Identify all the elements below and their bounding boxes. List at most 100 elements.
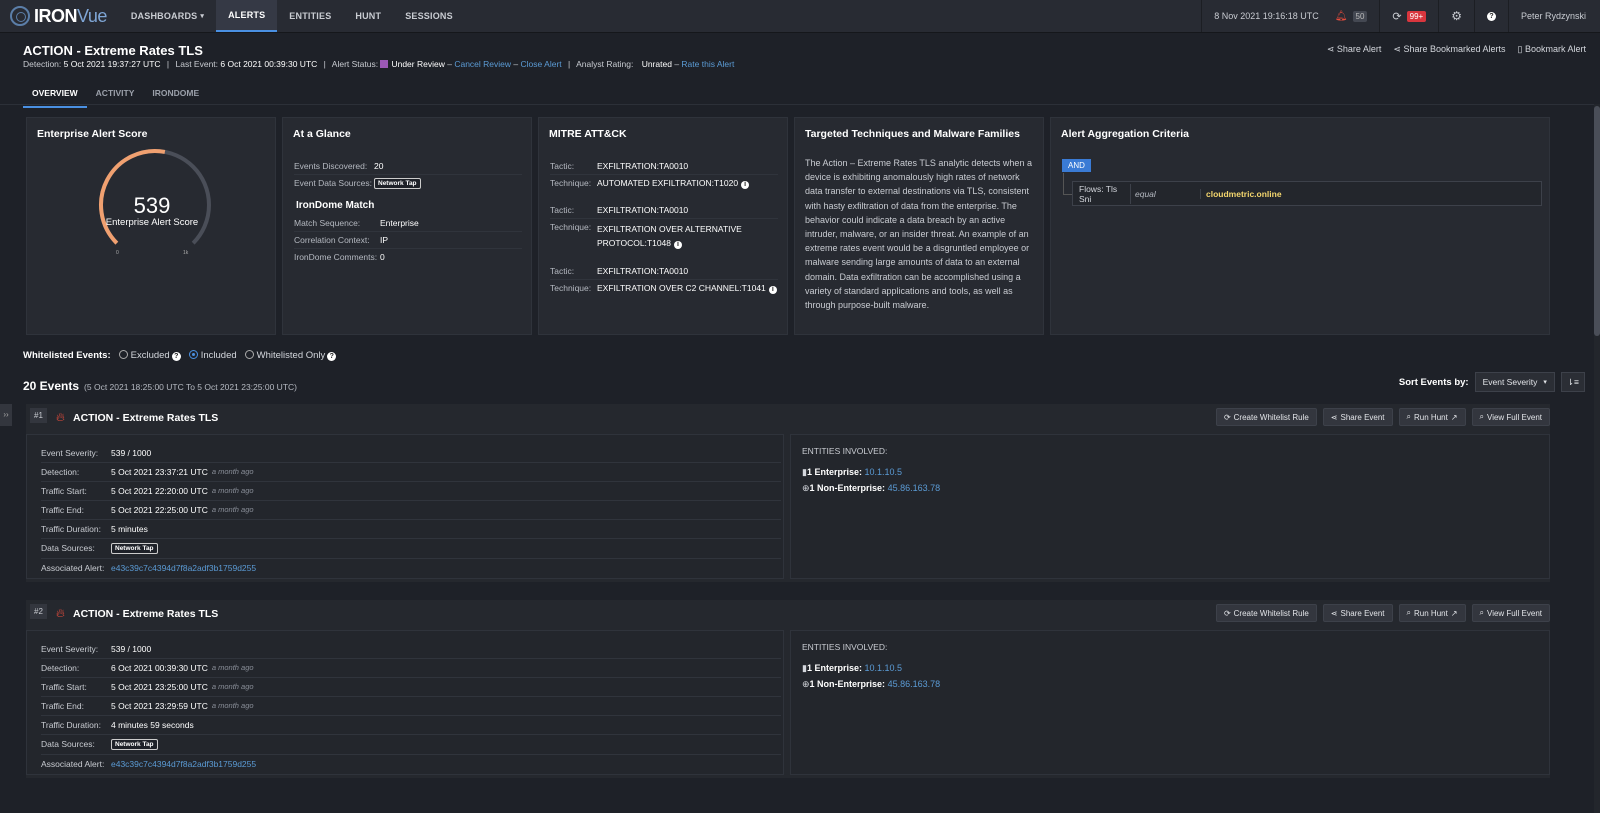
mitre-title: MITRE ATT&CK xyxy=(549,128,627,140)
help-icon[interactable]: ? xyxy=(327,352,337,361)
mitre-panel: MITRE ATT&CK Tactic: EXFILTRATION:TA0010 … xyxy=(538,117,788,335)
sort-controls: Sort Events by: Event Severity ▾ ⇂≡ xyxy=(1399,372,1585,392)
traffic-end-value: 5 Oct 2021 23:29:59 UTC xyxy=(111,701,208,711)
option-label: Excluded xyxy=(130,350,170,361)
help-icon[interactable]: ? xyxy=(171,352,181,361)
status-value: Under Review xyxy=(391,59,445,69)
search-icon: ⌕ xyxy=(1479,608,1484,617)
radio-selected-icon xyxy=(188,350,198,359)
settings-button[interactable]: ⚙ xyxy=(1438,0,1474,32)
technique-value: AUTOMATED EXFILTRATION:T1020 xyxy=(597,178,739,188)
aggregation-title: Alert Aggregation Criteria xyxy=(1061,128,1189,140)
relative-time: a month ago xyxy=(211,682,254,691)
run-hunt-button[interactable]: ⌕ Run Hunt ↗ xyxy=(1398,408,1466,426)
create-whitelist-rule-button[interactable]: ⟳ Create Whitelist Rule xyxy=(1215,408,1317,426)
nav-sessions[interactable]: SESSIONS xyxy=(393,0,465,32)
events-range: (5 Oct 2021 18:25:00 UTC To 5 Oct 2021 2… xyxy=(84,382,297,392)
flag-icon xyxy=(380,60,389,68)
tactic-value: EXFILTRATION:TA0010 xyxy=(597,266,689,276)
non-enterprise-label: 1 Non-Enterprise: xyxy=(809,679,886,689)
create-whitelist-rule-button[interactable]: ⟳ Create Whitelist Rule xyxy=(1215,604,1317,622)
traffic-start-label: Traffic Start: xyxy=(41,682,87,692)
duration-label: Traffic Duration: xyxy=(41,720,101,730)
enterprise-ip-link[interactable]: 10.1.10.5 xyxy=(865,663,903,673)
mitre-list: Tactic: EXFILTRATION:TA0010 Technique: AUT… xyxy=(550,158,778,297)
tab-divider xyxy=(0,104,1600,105)
severity-row: Event Severity: 539 / 1000 xyxy=(41,640,781,659)
enterprise-ip-link[interactable]: 10.1.10.5 xyxy=(865,467,903,477)
help-icon: ? xyxy=(1486,11,1496,21)
enterprise-label: 1 Enterprise: xyxy=(806,467,862,477)
share-icon: ⋖ xyxy=(1393,44,1404,54)
glance-title: At a Glance xyxy=(293,128,351,140)
whitelist-option-only[interactable]: Whitelisted Only? xyxy=(244,350,337,361)
run-hunt-button[interactable]: ⌕ Run Hunt ↗ xyxy=(1398,604,1466,622)
info-icon[interactable]: i xyxy=(674,241,683,249)
rate-alert-link[interactable]: Rate this Alert xyxy=(681,59,734,69)
nav-dashboards[interactable]: DASHBOARDS ▾ xyxy=(119,0,216,32)
technique-label: Technique: xyxy=(550,283,592,293)
share-bookmarked-button[interactable]: ⋖ Share Bookmarked Alerts xyxy=(1393,44,1505,55)
cancel-review-link[interactable]: Cancel Review xyxy=(454,59,511,69)
refresh-button[interactable]: ⟳ 99+ xyxy=(1379,0,1438,32)
enterprise-label: 1 Enterprise: xyxy=(806,663,862,673)
sort-select[interactable]: Event Severity ▾ xyxy=(1474,372,1555,392)
close-alert-link[interactable]: Close Alert xyxy=(521,59,562,69)
nav-entities[interactable]: ENTITIES xyxy=(277,0,343,32)
relative-time: a month ago xyxy=(211,486,254,495)
logo[interactable]: IRON Vue xyxy=(0,0,119,32)
radio-icon xyxy=(118,350,128,359)
non-enterprise-ip-link[interactable]: 45.86.163.78 xyxy=(888,483,941,493)
info-icon[interactable]: i xyxy=(741,181,750,189)
button-label: Create Whitelist Rule xyxy=(1233,412,1309,422)
bookmark-alert-button[interactable]: ▯ Bookmark Alert xyxy=(1518,44,1586,55)
sidebar-expand-handle[interactable]: ›› xyxy=(0,404,12,426)
duration-label: Traffic Duration: xyxy=(41,524,101,534)
share-event-button[interactable]: ⋖ Share Event xyxy=(1322,408,1393,426)
status-label: Alert Status: xyxy=(331,59,379,69)
mitre-tactic-1: Tactic: EXFILTRATION:TA0010 xyxy=(550,158,778,175)
network-tap-tag: Network Tap xyxy=(374,178,421,189)
notifications-count: 50 xyxy=(1352,10,1368,22)
event-title: ACTION - Extreme Rates TLS xyxy=(73,608,219,620)
nav-dashboards-label: DASHBOARDS xyxy=(130,11,198,21)
nav-alerts[interactable]: ALERTS xyxy=(216,0,278,32)
button-label: View Full Event xyxy=(1487,412,1542,422)
info-icon[interactable]: i xyxy=(768,286,777,294)
assoc-alert-link[interactable]: e43c39c7c4394d7f8a2adf3b1759d255 xyxy=(111,563,256,573)
share-event-button[interactable]: ⋖ Share Event xyxy=(1322,604,1393,622)
severity-value: 539 / 1000 xyxy=(111,644,152,654)
alert-meta: Detection: 5 Oct 2021 19:37:27 UTC | Las… xyxy=(23,59,734,69)
mitre-tactic-3: Tactic: EXFILTRATION:TA0010 xyxy=(550,263,778,280)
sort-direction-button[interactable]: ⇂≡ xyxy=(1560,372,1585,392)
targeted-title: Targeted Techniques and Malware Families xyxy=(805,128,1020,140)
data-sources-row: Data Sources: Network Tap xyxy=(41,539,781,559)
help-button[interactable]: ? xyxy=(1473,0,1508,32)
rule-value: cloudmetric.online xyxy=(1206,188,1282,199)
view-full-event-button[interactable]: ⌕ View Full Event xyxy=(1471,604,1550,622)
view-full-event-button[interactable]: ⌕ View Full Event xyxy=(1471,408,1550,426)
data-sources-row: Data Sources: Network Tap xyxy=(41,735,781,755)
nav-hunt[interactable]: HUNT xyxy=(343,0,393,32)
whitelist-option-included[interactable]: Included xyxy=(188,350,237,361)
whitelist-option-excluded[interactable]: Excluded? xyxy=(118,350,181,361)
detection-row: Detection: 5 Oct 2021 23:37:21 UTC a month… xyxy=(41,463,781,482)
traffic-start-label: Traffic Start: xyxy=(41,486,87,496)
aggregation-panel: Alert Aggregation Criteria AND Flows: Tl… xyxy=(1050,117,1550,335)
last-event-label: Last Event: xyxy=(175,59,219,69)
event-card-1: #1 🔥︎ ACTION - Extreme Rates TLS ⟳ Create… xyxy=(26,404,1550,582)
fire-icon: 🔥︎ xyxy=(56,606,65,620)
scrollbar-thumb[interactable] xyxy=(1594,106,1600,336)
share-alert-button[interactable]: ⋖ Share Alert xyxy=(1327,44,1382,55)
non-enterprise-ip-link[interactable]: 45.86.163.78 xyxy=(888,679,941,689)
assoc-alert-link[interactable]: e43c39c7c4394d7f8a2adf3b1759d255 xyxy=(111,759,256,769)
network-tap-tag: Network Tap xyxy=(111,739,158,750)
share-icon: ⋖ xyxy=(1330,412,1338,422)
tactic-value: EXFILTRATION:TA0010 xyxy=(597,205,689,215)
gauge-max: 1k xyxy=(183,250,189,256)
notifications-button[interactable]: 🔔︎ 50 xyxy=(1331,0,1380,32)
detection-label: Detection: xyxy=(41,663,80,673)
comments-label: IronDome Comments: xyxy=(294,252,378,262)
refresh-count: 99+ xyxy=(1406,10,1427,22)
user-menu[interactable]: Peter Rydzynski xyxy=(1507,0,1600,32)
